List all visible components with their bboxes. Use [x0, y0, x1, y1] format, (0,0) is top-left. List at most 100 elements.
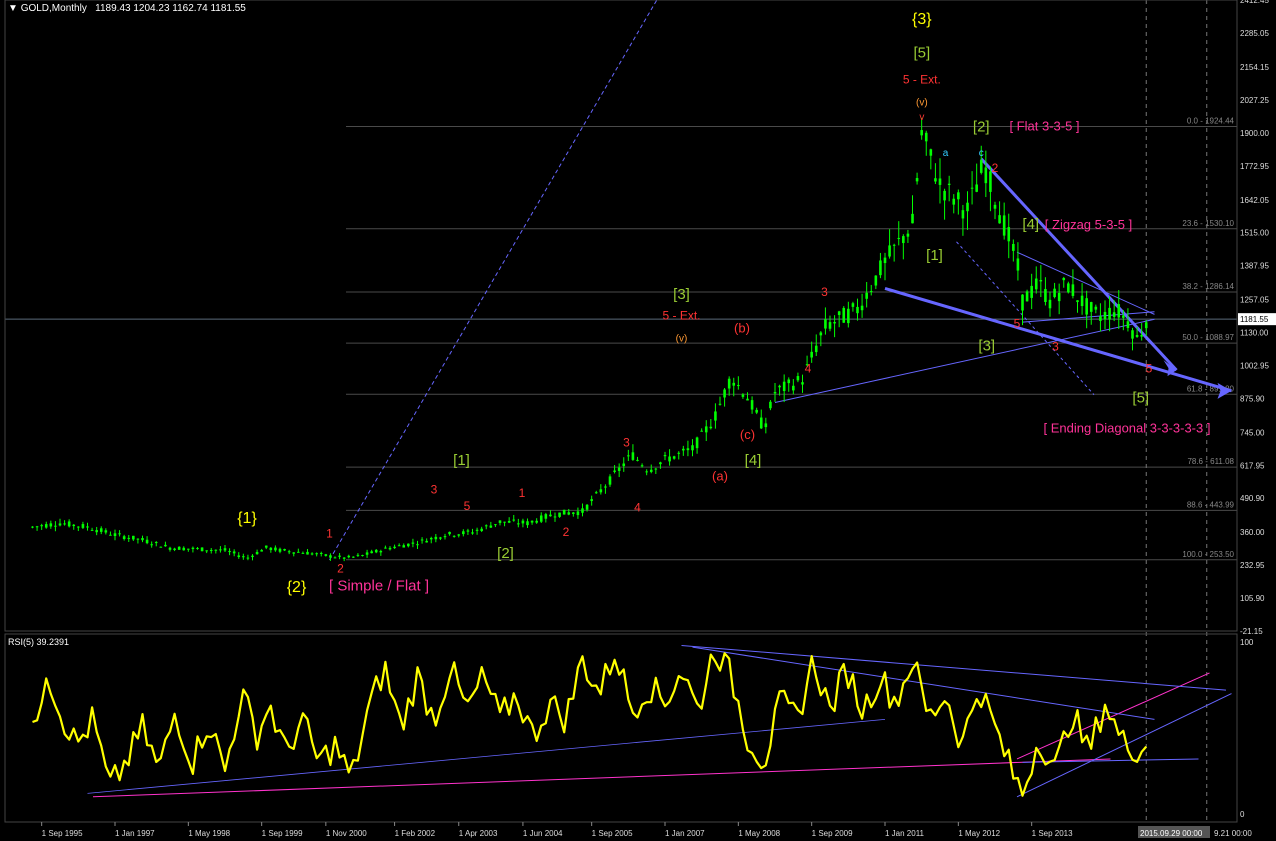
- candle-body: [594, 492, 598, 494]
- dropdown-triangle-icon[interactable]: ▼: [8, 3, 18, 14]
- candle-body: [1140, 334, 1143, 337]
- candle-body: [407, 543, 410, 547]
- wave-label-38: 3: [1052, 340, 1059, 354]
- candle-body: [764, 423, 768, 428]
- candle-body: [1126, 321, 1130, 328]
- candle-body: [471, 532, 474, 534]
- x-tick-label-11: 1 Sep 2009: [812, 829, 853, 838]
- fib-label-2: 38.2 - 1286.14: [1182, 282, 1234, 291]
- candle-body: [113, 533, 117, 537]
- y-tick-label-20: -21.15: [1240, 627, 1263, 636]
- wave-label-39: 5: [1014, 316, 1021, 330]
- candle-body: [778, 385, 781, 388]
- candle-body: [640, 465, 644, 467]
- candle-body: [466, 530, 470, 532]
- x-tick-label-9: 1 Jan 2007: [665, 829, 705, 838]
- candle-body: [255, 551, 259, 555]
- candle-body: [306, 551, 309, 555]
- wave-label-20: (a): [712, 468, 728, 483]
- candle-body: [503, 521, 506, 523]
- candle-body: [659, 462, 662, 465]
- rsi-tick-label-1: 0: [1240, 810, 1245, 819]
- candle-body: [668, 456, 671, 462]
- candle-body: [782, 381, 786, 392]
- candle-body: [132, 535, 135, 540]
- candle-body: [851, 303, 855, 307]
- candle-body: [315, 553, 318, 555]
- wave-label-24: [2]: [497, 545, 514, 562]
- candle-body: [95, 530, 98, 533]
- candle-body: [127, 537, 131, 539]
- candle-body: [604, 486, 607, 488]
- candle-body: [865, 292, 868, 299]
- candle-body: [952, 198, 956, 205]
- ohlc-values: 1189.43 1204.23 1162.74 1181.55: [95, 3, 246, 14]
- candle-body: [1085, 298, 1088, 315]
- y-tick-label-8: 1387.95: [1240, 262, 1269, 271]
- wave-label-28: 3: [431, 482, 438, 496]
- candle-body: [649, 469, 653, 472]
- candle-body: [897, 237, 901, 239]
- candle-body: [35, 526, 39, 528]
- y-tick-label-17: 360.00: [1240, 528, 1265, 537]
- candle-body: [104, 530, 108, 533]
- candle-body: [365, 552, 369, 555]
- candle-body: [246, 557, 250, 559]
- candle-body: [521, 520, 525, 524]
- wave-label-12: [1]: [926, 247, 943, 264]
- candle-body: [879, 260, 882, 276]
- wave-label-1: [5]: [914, 45, 931, 62]
- candle-body: [484, 525, 488, 527]
- candle-body: [177, 546, 181, 550]
- candle-body: [924, 132, 928, 142]
- candle-body: [333, 557, 337, 559]
- candle-body: [397, 545, 401, 547]
- y-tick-label-7: 1515.00: [1240, 229, 1269, 238]
- candle-body: [970, 187, 974, 189]
- x-tick-label-14: 1 Sep 2013: [1032, 829, 1073, 838]
- y-tick-label-10: 1181.55: [1240, 315, 1269, 324]
- fib-label-0: 0.0 - 1924.44: [1187, 117, 1235, 126]
- candle-body: [342, 557, 346, 559]
- candle-body: [462, 531, 465, 535]
- price-chart[interactable]: 0.0 - 1924.44 23.6 - 1530.10 38.2 - 1286.1…: [0, 0, 1276, 841]
- candle-body: [622, 463, 626, 467]
- candle-body: [228, 551, 231, 553]
- candle-body: [1099, 316, 1102, 321]
- wave-label-32: 3: [623, 436, 630, 450]
- candle-body: [842, 307, 846, 323]
- candle-body: [911, 213, 914, 224]
- candle-body: [613, 470, 616, 472]
- candle-body: [700, 430, 703, 432]
- candle-body: [727, 378, 731, 389]
- candle-body: [1135, 334, 1139, 337]
- y-tick-label-16: 490.90: [1240, 494, 1265, 503]
- candle-body: [892, 244, 896, 246]
- wave-label-9: a: [943, 148, 949, 159]
- candle-body: [998, 215, 1001, 224]
- candle-body: [810, 351, 813, 358]
- x-tick-label-8: 1 Sep 2005: [592, 829, 633, 838]
- wave-label-11: [ Zigzag 5-3-5 ]: [1045, 217, 1132, 232]
- candle-body: [915, 178, 919, 182]
- fib-label-6: 88.6 - 443.99: [1187, 500, 1235, 509]
- candle-body: [434, 536, 438, 540]
- candle-body: [439, 537, 442, 539]
- candle-body: [1103, 311, 1107, 320]
- x-tick-label-13: 1 May 2012: [958, 829, 1000, 838]
- candle-body: [581, 508, 584, 513]
- candle-body: [292, 552, 296, 554]
- y-tick-label-4: 1900.00: [1240, 129, 1269, 138]
- candle-body: [374, 549, 378, 553]
- candle-body: [173, 548, 176, 550]
- candle-body: [489, 525, 493, 528]
- candle-body: [801, 382, 804, 385]
- candle-body: [1057, 292, 1061, 302]
- candle-body: [370, 551, 373, 554]
- candle-body: [109, 534, 112, 536]
- candle-body: [141, 538, 144, 541]
- candle-body: [480, 528, 483, 531]
- candle-body: [934, 178, 937, 182]
- candle-body: [631, 452, 635, 460]
- fib-label-5: 78.6 - 611.08: [1187, 457, 1234, 466]
